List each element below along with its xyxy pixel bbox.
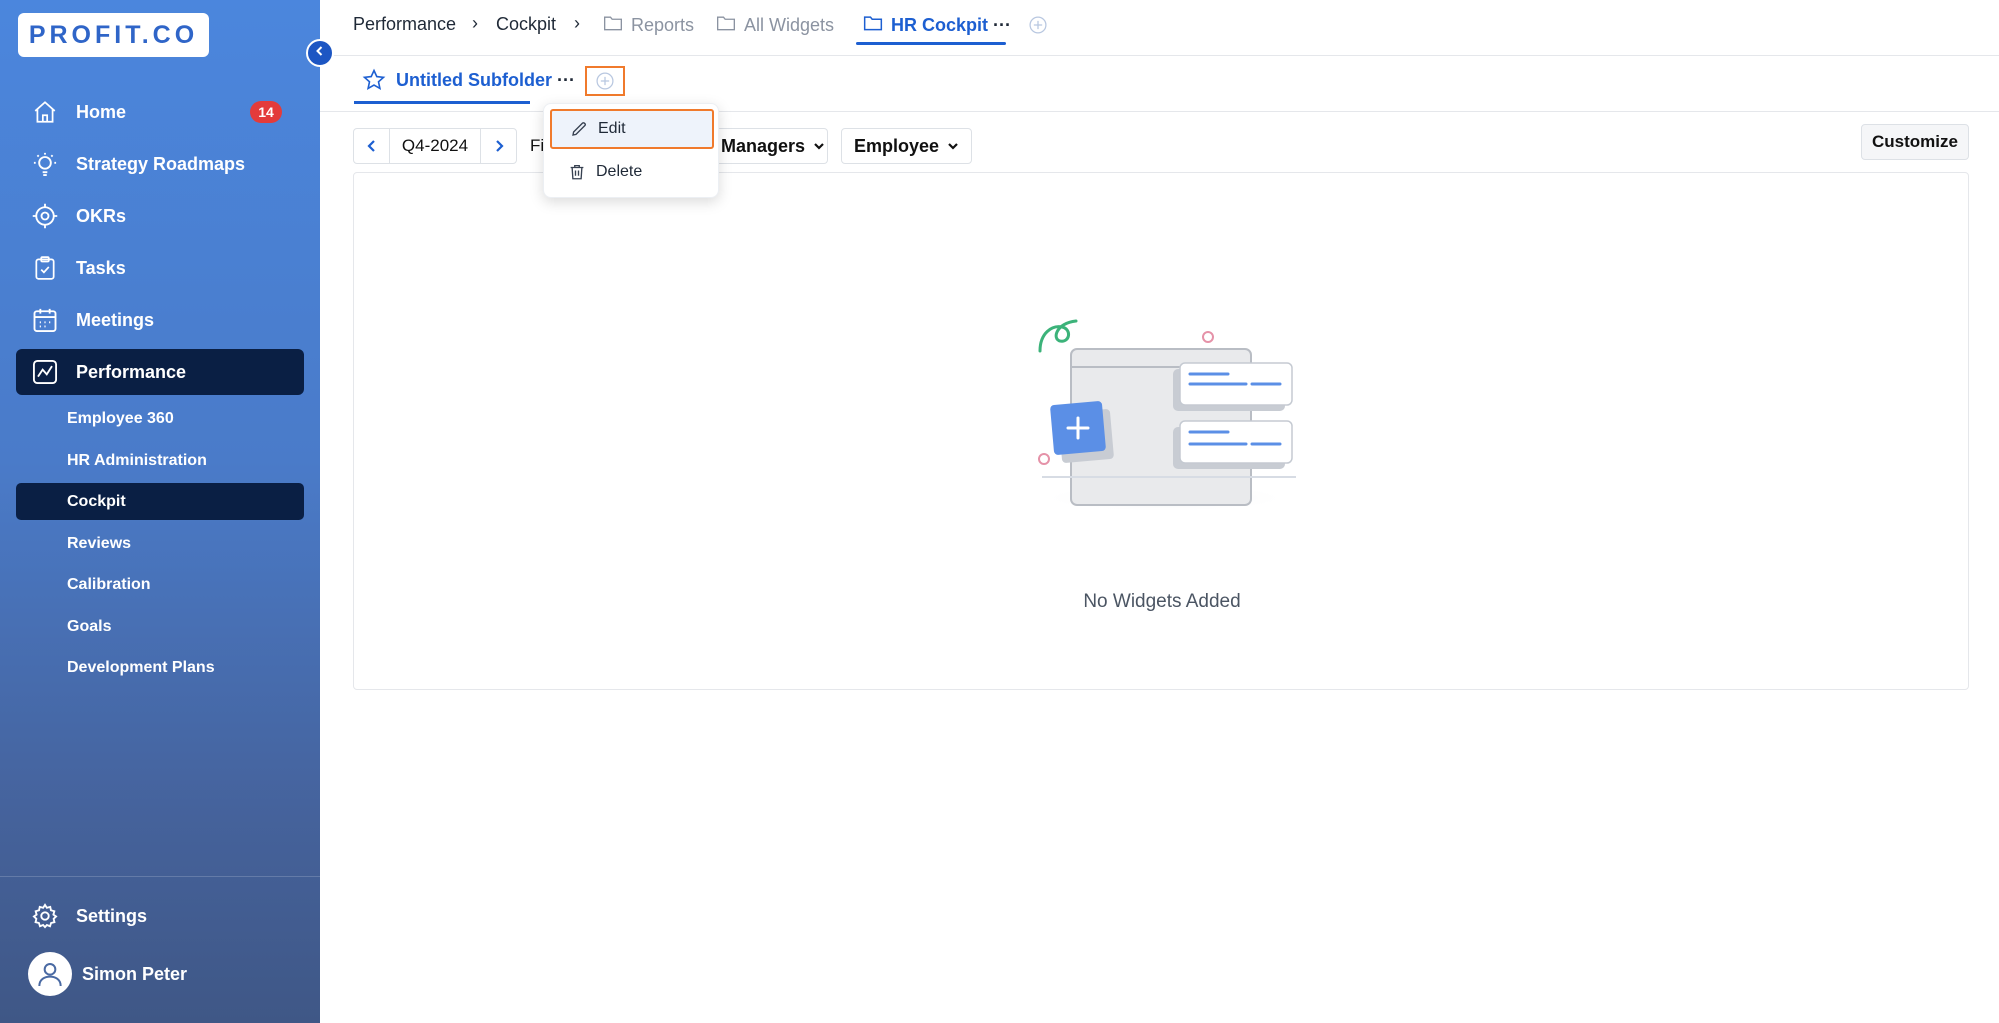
sidebar-item-home[interactable]: Home 14	[16, 89, 304, 135]
sidebar-divider	[0, 876, 320, 877]
sidebar-subitem-label: Calibration	[67, 575, 151, 593]
sidebar: PROFIT.CO Home 14 Strategy Roadmaps OKRs…	[0, 0, 320, 1023]
add-subfolder-button[interactable]	[585, 66, 625, 96]
sidebar-subitem-employee-360[interactable]: Employee 360	[16, 400, 304, 437]
chevron-left-icon	[314, 44, 326, 62]
breadcrumb-hr-cockpit-label: HR Cockpit	[891, 15, 989, 35]
folder-icon	[863, 14, 883, 37]
pencil-icon	[570, 120, 588, 138]
avatar	[28, 952, 72, 996]
active-tab-underline	[856, 42, 1006, 45]
more-options-button[interactable]: ···	[557, 70, 575, 91]
period-selector: Q4-2024	[353, 128, 517, 164]
sidebar-subitem-label: Development Plans	[67, 658, 215, 676]
breadcrumb-separator: ›	[574, 13, 580, 33]
breadcrumb-all-widgets[interactable]: All Widgets	[716, 14, 834, 37]
sidebar-subitem-label: Goals	[67, 617, 112, 635]
sidebar-subitem-goals[interactable]: Goals	[16, 608, 304, 645]
breadcrumb-cockpit[interactable]: Cockpit	[496, 14, 556, 35]
star-icon[interactable]	[362, 68, 386, 92]
customize-button[interactable]: Customize	[1861, 124, 1969, 160]
period-value[interactable]: Q4-2024	[390, 129, 480, 163]
sidebar-subitem-label: Cockpit	[67, 492, 126, 510]
sidebar-subitem-label: Reviews	[67, 534, 132, 552]
folder-icon	[716, 14, 736, 37]
sidebar-subitem-development-plans[interactable]: Development Plans	[16, 649, 304, 686]
breadcrumb-performance[interactable]: Performance	[353, 14, 456, 35]
sidebar-item-label: Settings	[76, 905, 148, 926]
sidebar-item-settings[interactable]: Settings	[16, 893, 304, 939]
sidebar-subitem-reviews[interactable]: Reviews	[16, 525, 304, 562]
chevron-down-icon	[813, 141, 825, 151]
home-icon	[30, 97, 60, 127]
empty-state-illustration	[1030, 293, 1300, 518]
chevron-down-icon	[947, 141, 959, 151]
tab-label: Untitled Subfolder	[396, 69, 552, 90]
sidebar-subitem-hr-administration[interactable]: HR Administration	[16, 442, 304, 479]
sidebar-item-strategy-roadmaps[interactable]: Strategy Roadmaps	[16, 141, 304, 187]
active-tab-underline	[354, 101, 530, 104]
breadcrumb-hr-cockpit[interactable]: HR Cockpit ···	[863, 14, 1011, 37]
more-options-button[interactable]: ···	[993, 15, 1011, 36]
menu-item-edit[interactable]: Edit	[550, 109, 714, 149]
gear-icon	[30, 901, 60, 931]
breadcrumb-reports[interactable]: Reports	[603, 14, 694, 37]
menu-item-delete[interactable]: Delete	[550, 152, 714, 192]
folder-icon	[603, 14, 623, 37]
sidebar-item-tasks[interactable]: Tasks	[16, 245, 304, 291]
menu-item-label: Delete	[596, 163, 643, 180]
menu-item-label: Edit	[598, 120, 626, 137]
sidebar-item-performance[interactable]: Performance	[16, 349, 304, 395]
dropdown-label: Employee	[854, 135, 940, 156]
context-menu: Edit Delete	[543, 103, 719, 198]
sidebar-item-label: Performance	[76, 361, 187, 382]
calendar-icon	[30, 305, 60, 335]
add-circle-icon	[595, 71, 615, 91]
sidebar-subitem-label: HR Administration	[67, 451, 207, 469]
user-profile[interactable]: Simon Peter	[28, 952, 187, 996]
widgets-panel: No Widgets Added	[353, 172, 1969, 690]
clipboard-icon	[30, 253, 60, 283]
next-period-button[interactable]	[480, 129, 516, 163]
sidebar-item-okrs[interactable]: OKRs	[16, 193, 304, 239]
tab-untitled-subfolder[interactable]: Untitled Subfolder ···	[362, 68, 575, 92]
managers-dropdown[interactable]: Managers	[709, 128, 828, 164]
dropdown-label: Managers	[721, 135, 806, 156]
sidebar-item-label: OKRs	[76, 205, 127, 226]
logo-text: PROFIT.CO	[28, 20, 199, 49]
sidebar-item-label: Tasks	[76, 257, 126, 278]
sidebar-subitem-cockpit[interactable]: Cockpit	[16, 483, 304, 520]
target-icon	[30, 201, 60, 231]
chart-line-icon	[30, 357, 60, 387]
notification-badge: 14	[250, 101, 282, 123]
sidebar-item-meetings[interactable]: Meetings	[16, 297, 304, 343]
employee-dropdown[interactable]: Employee	[841, 128, 973, 164]
breadcrumb-all-widgets-label: All Widgets	[744, 15, 835, 35]
sidebar-item-label: Strategy Roadmaps	[76, 153, 246, 174]
breadcrumb-separator: ›	[472, 13, 478, 33]
empty-state-message: No Widgets Added	[1083, 591, 1241, 612]
sidebar-subitem-calibration[interactable]: Calibration	[16, 566, 304, 603]
collapse-sidebar-button[interactable]	[306, 39, 334, 67]
bulb-icon	[30, 149, 60, 179]
user-name: Simon Peter	[82, 963, 188, 984]
breadcrumb-reports-label: Reports	[631, 15, 695, 35]
logo[interactable]: PROFIT.CO	[18, 13, 209, 57]
trash-icon	[568, 163, 586, 181]
sidebar-subitem-label: Employee 360	[67, 409, 174, 427]
add-folder-icon[interactable]	[1028, 15, 1048, 40]
breadcrumb: Performance › Cockpit › Reports All Widg…	[320, 0, 1999, 56]
sidebar-item-label: Meetings	[76, 309, 155, 330]
sidebar-item-label: Home	[76, 101, 127, 122]
previous-period-button[interactable]	[354, 129, 390, 163]
